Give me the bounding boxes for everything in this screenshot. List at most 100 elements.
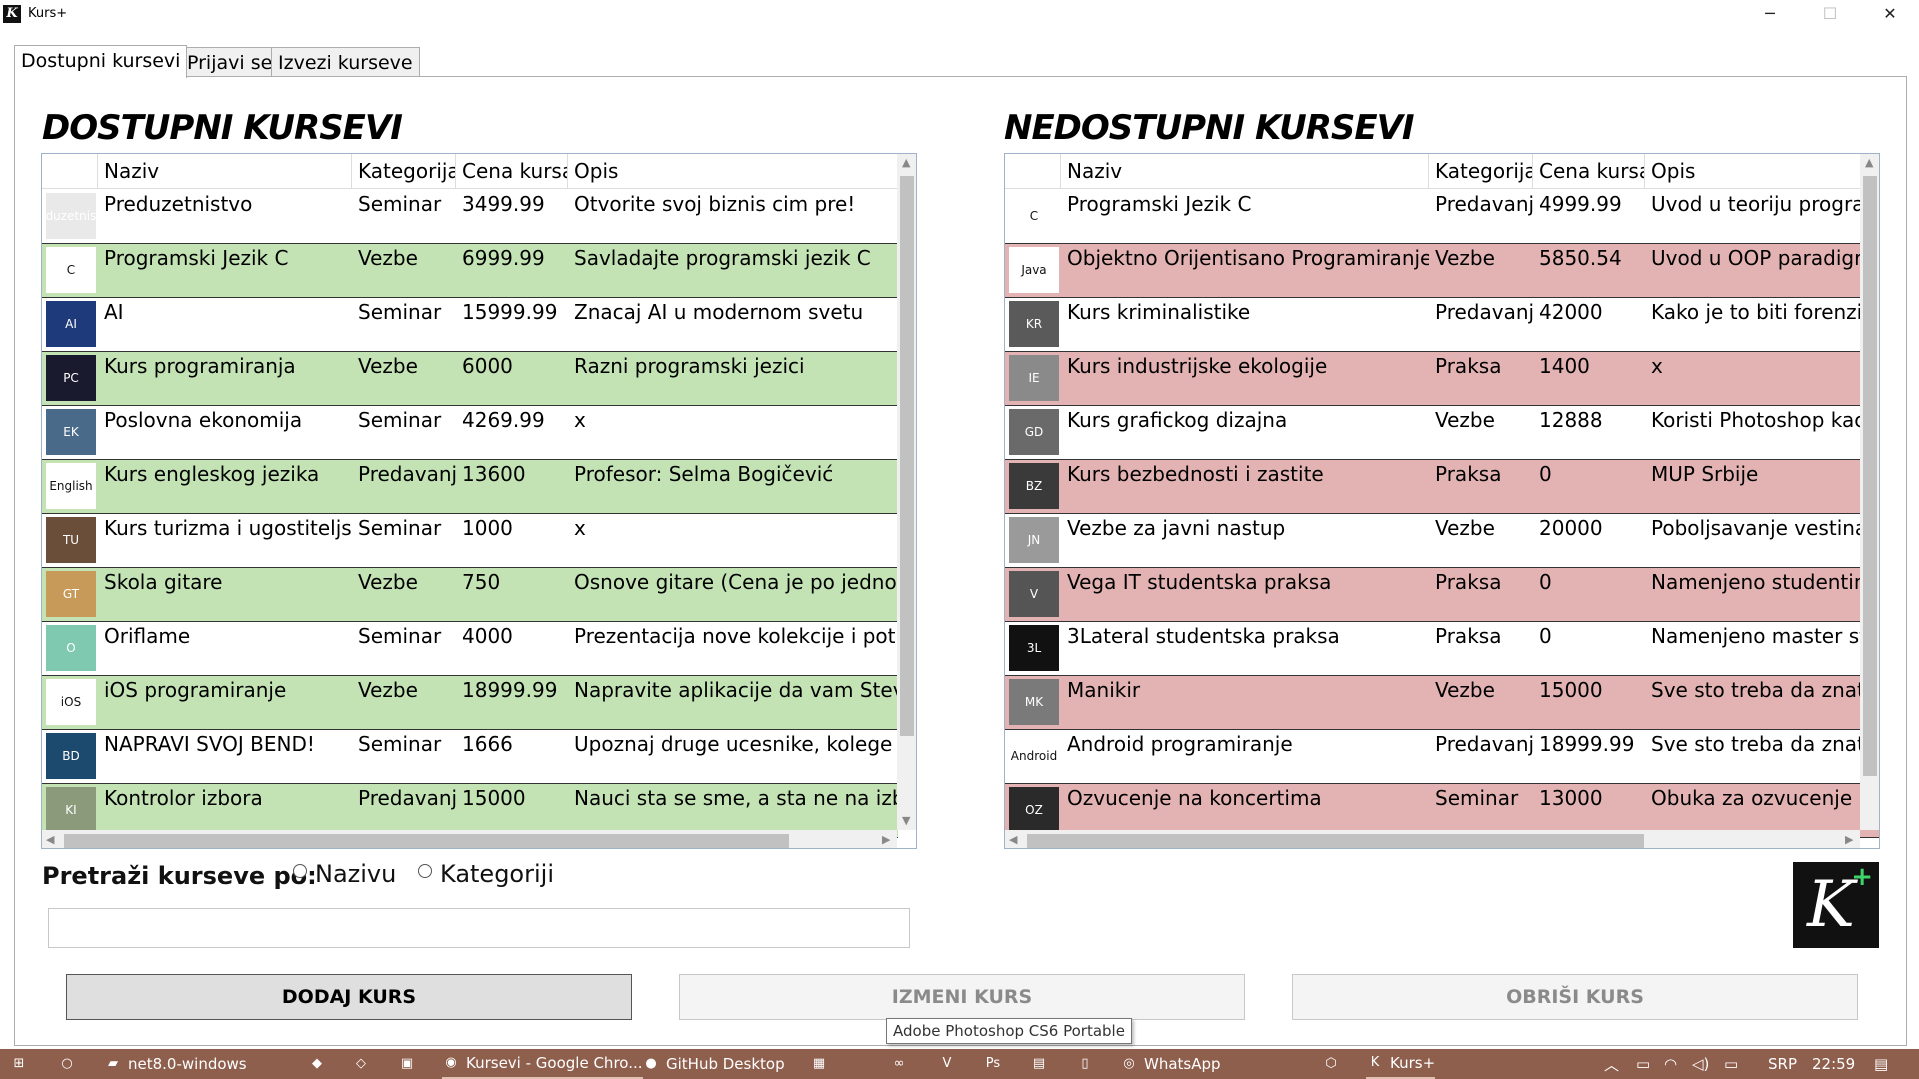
taskbar-item-kursplus[interactable]: K Kurs+ bbox=[1366, 1049, 1436, 1079]
course-image-cell: MK bbox=[1005, 676, 1061, 729]
search-input[interactable] bbox=[48, 908, 910, 948]
cell-price: 750 bbox=[462, 570, 501, 594]
column-header[interactable]: Naziv bbox=[1061, 154, 1429, 189]
taskbar-item-folder[interactable]: ▰ net8.0-windows bbox=[104, 1049, 247, 1079]
taskbar-item-chrome[interactable]: ◉ Kursevi - Google Chro... bbox=[442, 1049, 643, 1079]
wifi-icon[interactable]: ◠ bbox=[1664, 1049, 1677, 1079]
scroll-left-arrow-icon[interactable]: ◀ bbox=[46, 833, 54, 846]
chrome-icon: ◉ bbox=[445, 1055, 457, 1070]
course-image-cell: EK bbox=[42, 406, 98, 459]
taskbar-visual-studio[interactable]: ◆ bbox=[308, 1049, 332, 1079]
cell-category: Predavanja bbox=[1435, 192, 1533, 216]
scroll-right-arrow-icon[interactable]: ▶ bbox=[882, 833, 890, 846]
taskbar-vscode[interactable]: ◇ bbox=[352, 1049, 376, 1079]
delete-course-button[interactable]: OBRIŠI KURS bbox=[1292, 974, 1858, 1020]
table-row[interactable]: Preduzetnistvo Preduzetnistvo Seminar 3499.… bbox=[42, 190, 898, 244]
table-row[interactable]: GT Skola gitare Vezbe 750 Osnove gitare (Cen… bbox=[42, 568, 898, 622]
taskbar-photoshop[interactable]: Ps bbox=[984, 1049, 1008, 1079]
close-button[interactable]: ✕ bbox=[1860, 0, 1919, 30]
table-row[interactable]: iOS iOS programiranje Vezbe 18999.99 Napravi… bbox=[42, 676, 898, 730]
taskbar-windows-app[interactable]: ▦ bbox=[810, 1049, 834, 1079]
column-header[interactable]: Kategorija bbox=[1429, 154, 1533, 189]
table-row[interactable]: V Vega IT studentska praksa Praksa 0 Namenje… bbox=[1005, 568, 1879, 622]
vertical-scrollbar[interactable]: ▲ bbox=[1860, 154, 1879, 830]
table-row[interactable]: MK Manikir Vezbe 15000 Sve sto treba da znat… bbox=[1005, 676, 1879, 730]
radio-nazivu[interactable]: Nazivu bbox=[293, 860, 396, 888]
table-row[interactable]: Java Objektno Orijentisano Programiranje … bbox=[1005, 244, 1879, 298]
taskbar-notepad[interactable]: ▯ bbox=[1076, 1049, 1100, 1079]
tab-dostupni-kursevi[interactable]: Dostupni kursevi bbox=[14, 45, 188, 78]
scroll-thumb[interactable] bbox=[64, 834, 789, 848]
taskbar-app[interactable]: V bbox=[938, 1049, 962, 1079]
unavailable-courses-grid[interactable]: Naziv Kategorija Cena kursa Opis C Programsk… bbox=[1004, 153, 1880, 849]
vertical-scrollbar[interactable]: ▲ ▼ bbox=[897, 154, 916, 830]
taskbar-item-whatsapp[interactable]: ◎ WhatsApp bbox=[1120, 1049, 1220, 1079]
horizontal-scrollbar[interactable]: ◀ ▶ bbox=[42, 830, 897, 848]
taskbar-word[interactable]: ▣ bbox=[398, 1049, 422, 1079]
table-row[interactable]: JN Vezbe za javni nastup Vezbe 20000 Poboljs… bbox=[1005, 514, 1879, 568]
available-courses-grid[interactable]: NazivKategorijaCena kursaOpis Preduzetni… bbox=[41, 153, 917, 849]
tab-prijavi-se[interactable]: Prijavi se bbox=[180, 47, 280, 77]
minimize-button[interactable]: ─ bbox=[1740, 0, 1800, 30]
scroll-up-arrow-icon[interactable]: ▲ bbox=[902, 156, 910, 169]
column-header[interactable]: Opis bbox=[568, 154, 898, 189]
clock[interactable]: 22:59 bbox=[1812, 1049, 1855, 1079]
column-header[interactable]: Kategorija bbox=[352, 154, 456, 189]
start-button[interactable]: ⊞ bbox=[10, 1049, 34, 1079]
edit-course-button[interactable]: IZMENI KURS bbox=[679, 974, 1245, 1020]
scroll-up-arrow-icon[interactable]: ▲ bbox=[1865, 156, 1873, 169]
cell-desc: Uvod u OOP paradigr bbox=[1651, 246, 1863, 270]
maximize-button[interactable]: ☐ bbox=[1800, 0, 1860, 30]
volume-icon[interactable]: ◁) bbox=[1692, 1049, 1709, 1079]
cell-price: 1666 bbox=[462, 732, 513, 756]
table-row[interactable]: BD NAPRAVI SVOJ BEND! Seminar 1666 Upoznaj d… bbox=[42, 730, 898, 784]
scroll-left-arrow-icon[interactable]: ◀ bbox=[1009, 833, 1017, 846]
column-header[interactable]: Opis bbox=[1645, 154, 1879, 189]
keyboard-icon[interactable]: ▭ bbox=[1724, 1049, 1738, 1079]
table-row[interactable]: English Kurs engleskog jezika Predavanja13… bbox=[42, 460, 898, 514]
table-row[interactable]: C Programski Jezik C Vezbe 6999.99 Savladajt… bbox=[42, 244, 898, 298]
scroll-thumb[interactable] bbox=[1863, 176, 1877, 776]
horizontal-scrollbar[interactable]: ◀ ▶ bbox=[1005, 830, 1860, 848]
tray-chevron-icon[interactable]: ︿ bbox=[1604, 1049, 1619, 1079]
table-row[interactable]: AI AI Seminar 15999.99 Znacaj AI u modernom … bbox=[42, 298, 898, 352]
table-row[interactable]: 3L 3Lateral studentska praksa Praksa 0 Namen… bbox=[1005, 622, 1879, 676]
table-row[interactable]: GD Kurs grafickog dizajna Vezbe 12888 Korist… bbox=[1005, 406, 1879, 460]
taskbar-item-github[interactable]: ● GitHub Desktop bbox=[642, 1049, 784, 1079]
notifications-icon[interactable]: ▤ bbox=[1874, 1049, 1888, 1079]
battery-icon[interactable]: ▭ bbox=[1636, 1049, 1650, 1079]
radio-kategoriji[interactable]: Kategoriji bbox=[418, 860, 554, 888]
table-row[interactable]: PC Kurs programiranja Vezbe 6000 Razni progr… bbox=[42, 352, 898, 406]
course-thumbnail-icon: iOS bbox=[46, 679, 96, 725]
course-image-cell: Java bbox=[1005, 244, 1061, 297]
table-row[interactable]: IE Kurs industrijske ekologije Praksa 1400 x bbox=[1005, 352, 1879, 406]
radio-circle-icon[interactable] bbox=[293, 864, 307, 878]
scroll-down-arrow-icon[interactable]: ▼ bbox=[902, 814, 910, 827]
taskbar-app[interactable]: ⬡ bbox=[1322, 1049, 1346, 1079]
scroll-thumb[interactable] bbox=[900, 176, 914, 736]
cell-name: iOS programiranje bbox=[104, 678, 287, 702]
taskbar-calculator[interactable]: ▤ bbox=[1030, 1049, 1054, 1079]
table-row[interactable]: O Oriflame Seminar 4000 Prezentacija nove ko… bbox=[42, 622, 898, 676]
column-header[interactable]: Cena kursa bbox=[456, 154, 568, 189]
table-row[interactable]: TU Kurs turizma i ugostiteljstvoSeminar 10… bbox=[42, 514, 898, 568]
table-row[interactable]: C Programski Jezik C Predavanja4999.99 Uvod… bbox=[1005, 190, 1879, 244]
cell-price: 4269.99 bbox=[462, 408, 545, 432]
table-row[interactable]: KR Kurs kriminalistike Predavanja42000 Kako… bbox=[1005, 298, 1879, 352]
language-indicator[interactable]: SRP bbox=[1768, 1049, 1797, 1079]
column-header[interactable] bbox=[1005, 154, 1061, 189]
scroll-thumb[interactable] bbox=[1027, 834, 1644, 848]
table-row[interactable]: Android Android programiranje Predavanja18… bbox=[1005, 730, 1879, 784]
cell-name: Kurs bezbednosti i zastite bbox=[1067, 462, 1324, 486]
add-course-button[interactable]: DODAJ KURS bbox=[66, 974, 632, 1020]
column-header[interactable]: Cena kursa bbox=[1533, 154, 1645, 189]
table-row[interactable]: BZ Kurs bezbednosti i zastite Praksa 0 MUP S… bbox=[1005, 460, 1879, 514]
table-row[interactable]: EK Poslovna ekonomija Seminar 4269.99 x bbox=[42, 406, 898, 460]
search-taskbar-button[interactable]: ○ bbox=[58, 1049, 82, 1079]
column-header[interactable] bbox=[42, 154, 98, 189]
tab-izvezi-kurseve[interactable]: Izvezi kurseve bbox=[271, 47, 420, 77]
scroll-right-arrow-icon[interactable]: ▶ bbox=[1845, 833, 1853, 846]
radio-circle-icon[interactable] bbox=[418, 864, 432, 878]
taskbar-app[interactable]: ∞ bbox=[890, 1049, 914, 1079]
column-header[interactable]: Naziv bbox=[98, 154, 352, 189]
